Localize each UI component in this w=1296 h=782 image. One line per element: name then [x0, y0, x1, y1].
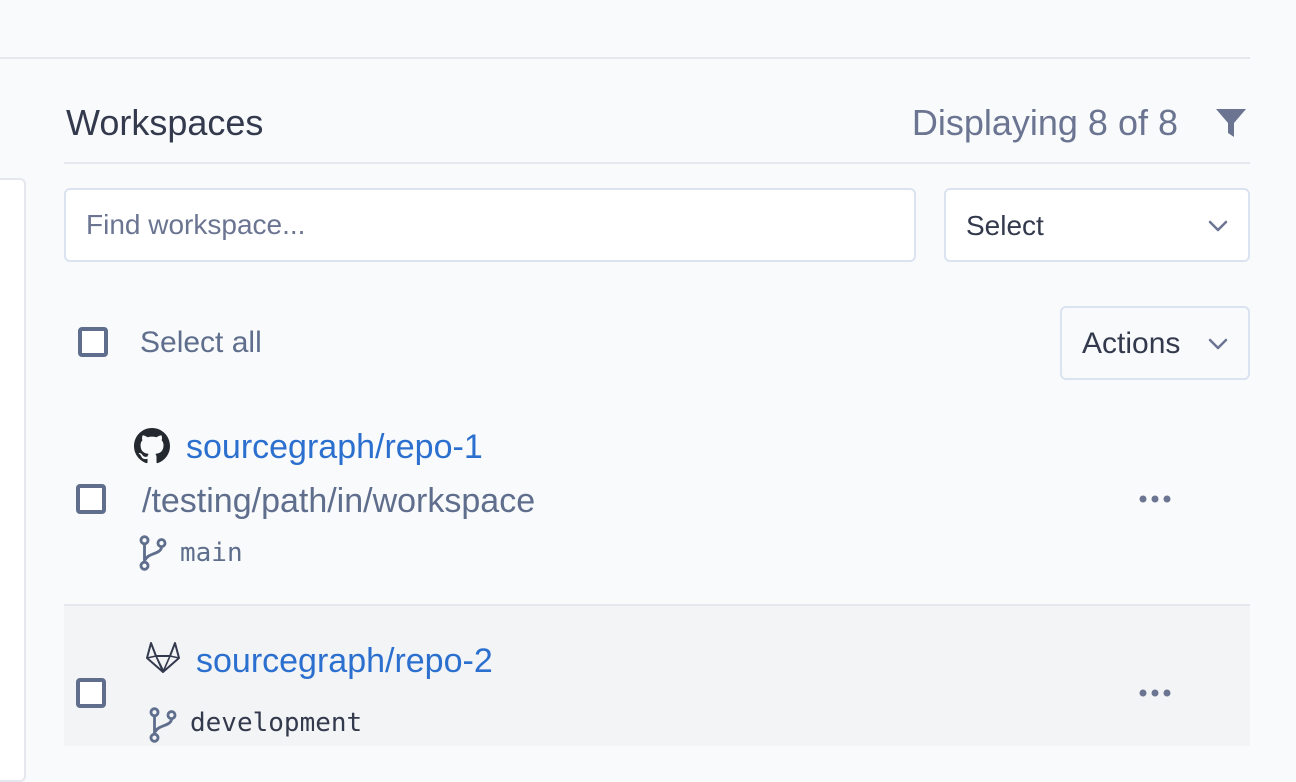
github-icon	[134, 428, 170, 464]
chevron-down-icon	[1208, 220, 1228, 232]
left-panel-edge	[0, 178, 26, 782]
workspaces-panel: Workspaces Displaying 8 of 8 Select Sele…	[64, 0, 1250, 746]
actions-button[interactable]: Actions	[1060, 306, 1250, 380]
branch-icon	[149, 707, 177, 743]
workspace-path: /testing/path/in/workspace	[142, 482, 536, 520]
actions-label: Actions	[1082, 327, 1181, 360]
gitlab-icon	[146, 642, 180, 673]
workspace-count: Displaying 8 of 8	[911, 102, 1178, 143]
branch-name: development	[190, 708, 363, 738]
list-item: sourcegraph/repo-2 development	[64, 606, 1250, 746]
search-input[interactable]	[64, 188, 916, 262]
header-divider	[64, 162, 1250, 164]
branch-name: main	[180, 538, 243, 568]
filter-icon[interactable]	[1214, 106, 1248, 140]
repo-link[interactable]: sourcegraph/repo-1	[186, 428, 483, 467]
list-item: sourcegraph/repo-1 /testing/path/in/work…	[64, 400, 1250, 604]
state-select[interactable]: Select	[944, 188, 1250, 262]
select-all-label: Select all	[140, 326, 262, 359]
branch-icon	[139, 535, 167, 571]
more-icon[interactable]	[1138, 494, 1172, 504]
workspace-checkbox[interactable]	[76, 484, 106, 514]
select-all-checkbox[interactable]	[78, 327, 108, 357]
chevron-down-icon	[1208, 338, 1228, 350]
workspace-checkbox[interactable]	[76, 678, 106, 708]
select-value: Select	[966, 210, 1044, 241]
repo-link[interactable]: sourcegraph/repo-2	[196, 642, 493, 681]
more-icon[interactable]	[1138, 688, 1172, 698]
page-title: Workspaces	[66, 102, 264, 143]
workspaces-header: Workspaces Displaying 8 of 8	[64, 96, 1250, 152]
